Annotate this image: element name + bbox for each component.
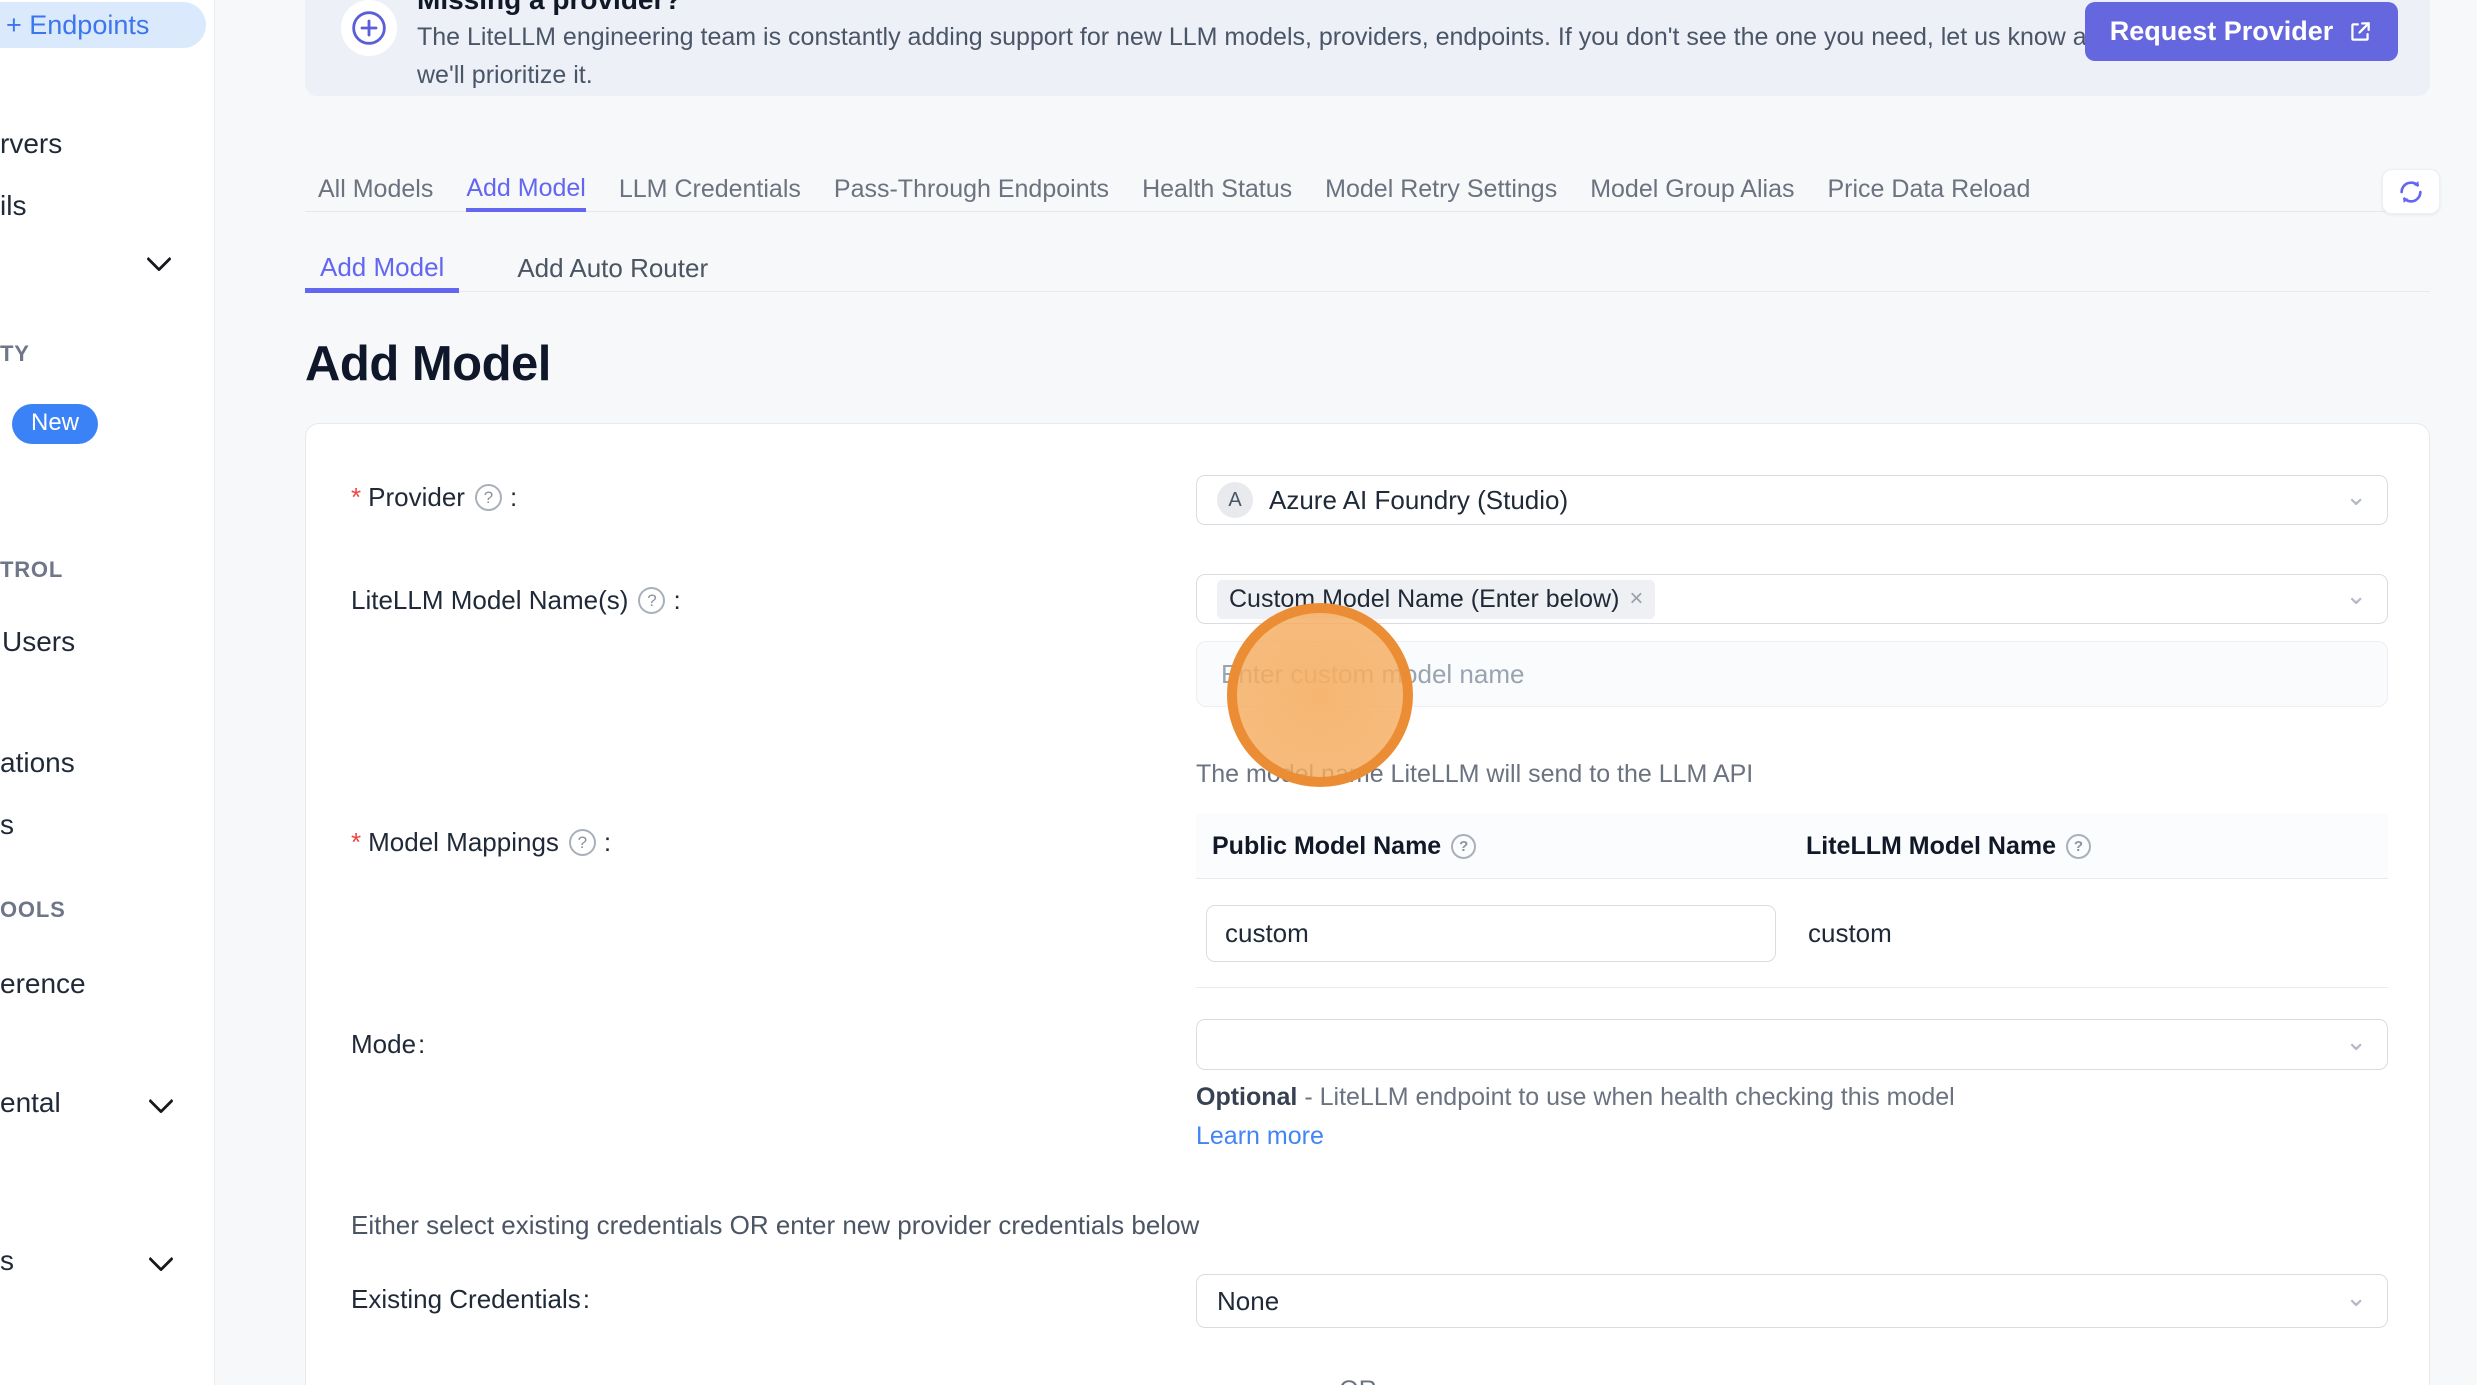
provider-value: Azure AI Foundry (Studio) [1269, 485, 1568, 516]
sidebar-section-header: TY [0, 341, 30, 367]
credentials-note: Either select existing credentials OR en… [351, 1210, 1199, 1241]
model-names-select[interactable]: Custom Model Name (Enter below) × ⌄ [1196, 574, 2388, 624]
public-model-name-input[interactable] [1206, 905, 1776, 962]
sidebar-item-organizations[interactable]: ations [0, 747, 75, 779]
chevron-down-icon: ⌄ [2345, 1028, 2367, 1054]
tab-health-status[interactable]: Health Status [1142, 168, 1292, 211]
existing-credentials-value: None [1217, 1286, 1279, 1317]
model-mappings-label: * Model Mappings ? : [351, 827, 611, 858]
sidebar-item-users[interactable]: Users [2, 626, 75, 658]
request-provider-label: Request Provider [2110, 16, 2334, 47]
chevron-down-icon[interactable] [148, 1088, 173, 1113]
sidebar-section-header: TROL [0, 557, 63, 583]
provider-avatar: A [1217, 482, 1253, 518]
add-model-form-card: * Provider ? : A Azure AI Foundry (Studi… [305, 423, 2430, 1385]
mode-label: Mode : [351, 1029, 425, 1060]
litellm-model-name-header: LiteLLM Model Name ? [1806, 832, 2097, 861]
sidebar-item-teams[interactable]: s [0, 809, 14, 841]
add-model-subtabs: Add Model Add Auto Router [305, 246, 2430, 292]
tab-model-group-alias[interactable]: Model Group Alias [1590, 168, 1794, 211]
banner-title: Missing a provider? [417, 0, 682, 16]
tab-all-models[interactable]: All Models [318, 168, 433, 211]
tab-price-data-reload[interactable]: Price Data Reload [1827, 168, 2030, 211]
missing-provider-banner: Missing a provider? The LiteLLM engineer… [305, 0, 2430, 96]
sidebar-section-header: OOLS [0, 897, 66, 923]
tab-pass-through-endpoints[interactable]: Pass-Through Endpoints [834, 168, 1109, 211]
sidebar-item-experimental[interactable]: ental [0, 1087, 61, 1119]
sidebar-item-endpoints-label: + Endpoints [6, 10, 149, 41]
refresh-button[interactable] [2382, 169, 2440, 214]
subtab-add-model[interactable]: Add Model [305, 246, 459, 293]
chevron-down-icon: ⌄ [2345, 582, 2367, 608]
learn-more-link[interactable]: Learn more [1196, 1122, 1324, 1150]
help-icon[interactable]: ? [569, 829, 596, 856]
sidebar-item-details[interactable]: ils [0, 190, 26, 222]
sidebar-item-servers[interactable]: rvers [0, 128, 62, 160]
required-marker: * [351, 827, 361, 858]
litellm-admin-screen: + Endpoints rvers ils TY New TROL Users … [0, 0, 2477, 1385]
tab-add-model[interactable]: Add Model [466, 168, 586, 212]
chevron-down-icon[interactable] [146, 246, 171, 271]
subtab-add-auto-router[interactable]: Add Auto Router [502, 246, 723, 291]
refresh-icon [2396, 177, 2426, 207]
model-mapping-row: custom [1196, 879, 2388, 988]
litellm-model-name-value: custom [1808, 918, 1892, 949]
model-mappings-table: Public Model Name ? LiteLLM Model Name ?… [1196, 814, 2388, 988]
sidebar-item-endpoints[interactable]: + Endpoints [0, 2, 206, 48]
required-marker: * [351, 482, 361, 513]
new-badge: New [12, 404, 98, 444]
help-icon[interactable]: ? [1451, 834, 1476, 859]
chevron-down-icon: ⌄ [2345, 1284, 2367, 1310]
banner-body: The LiteLLM engineering team is constant… [417, 18, 2114, 94]
tab-llm-credentials[interactable]: LLM Credentials [619, 168, 801, 211]
help-icon[interactable]: ? [475, 484, 502, 511]
page-title: Add Model [305, 336, 551, 392]
chevron-down-icon: ⌄ [2345, 483, 2367, 509]
mode-select[interactable]: ⌄ [1196, 1019, 2388, 1070]
sidebar-item-reference[interactable]: erence [0, 968, 86, 1000]
sidebar-item-settings[interactable]: s [0, 1245, 14, 1277]
circle-plus-icon [341, 0, 397, 56]
close-icon[interactable]: × [1629, 587, 1643, 611]
sidebar: + Endpoints rvers ils TY New TROL Users … [0, 0, 215, 1385]
external-link-icon [2347, 19, 2373, 45]
chevron-down-icon[interactable] [148, 1246, 173, 1271]
custom-model-name-input[interactable] [1196, 641, 2388, 707]
model-name-tag[interactable]: Custom Model Name (Enter below) × [1217, 580, 1655, 619]
or-divider: OR [1328, 1376, 1388, 1385]
model-tabs: All Models Add Model LLM Credentials Pas… [305, 168, 2430, 212]
public-model-name-header: Public Model Name ? [1196, 832, 1806, 861]
tab-model-retry-settings[interactable]: Model Retry Settings [1325, 168, 1557, 211]
help-icon[interactable]: ? [638, 587, 665, 614]
banner-body-line1: The LiteLLM engineering team is constant… [417, 18, 2114, 56]
existing-credentials-select[interactable]: None ⌄ [1196, 1274, 2388, 1328]
provider-label: * Provider ? : [351, 482, 517, 513]
banner-body-line2: we'll prioritize it. [417, 56, 2114, 94]
request-provider-button[interactable]: Request Provider [2085, 2, 2398, 61]
help-icon[interactable]: ? [2066, 834, 2091, 859]
mode-helper: Optional - LiteLLM endpoint to use when … [1196, 1078, 2016, 1156]
existing-credentials-label: Existing Credentials : [351, 1284, 590, 1315]
provider-select[interactable]: A Azure AI Foundry (Studio) ⌄ [1196, 475, 2388, 525]
model-mappings-header: Public Model Name ? LiteLLM Model Name ? [1196, 814, 2388, 879]
model-names-label: LiteLLM Model Name(s) ? : [351, 585, 681, 616]
custom-model-helper: The model name LiteLLM will send to the … [1196, 760, 1753, 789]
